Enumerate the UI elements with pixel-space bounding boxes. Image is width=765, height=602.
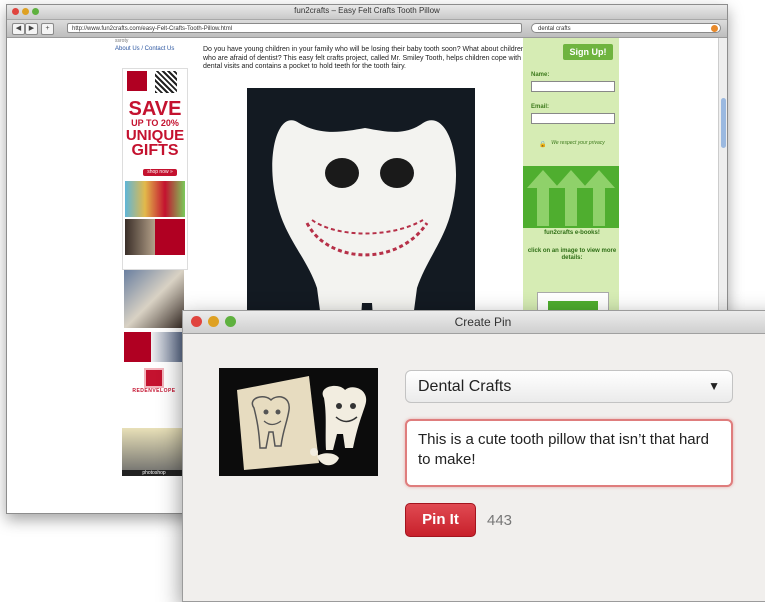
search-field-value: dental crafts [538,26,571,32]
ad-product-image [124,332,184,362]
ad-red-square [127,71,147,91]
article-intro: Do you have young children in your famil… [203,46,525,70]
gift-ad[interactable]: SAVE UP TO 20% UNIQUE GIFTS shop now » [122,68,188,270]
email-label: Email: [531,104,550,110]
scrollbar-thumb[interactable] [721,98,726,148]
side-banner[interactable]: photoshop [122,428,186,476]
gift-box-icon [144,368,164,388]
pin-it-button[interactable]: Pin It [405,503,476,537]
browser-toolbar: ◀ ▶ + http://www.fun2crafts.com/easy-Fel… [7,20,727,38]
search-field[interactable]: dental crafts [531,23,721,33]
redenvelope-logo[interactable]: REDENVELOPE [122,368,186,410]
pin-description-field[interactable]: This is a cute tooth pillow that isn’t t… [405,419,733,487]
gift-ad-more[interactable] [122,270,186,365]
ad-product-image [125,181,185,217]
tooth-pillow-illustration [272,120,456,348]
ad-product-image [125,219,185,255]
felt-pattern-illustration [237,376,367,470]
cut-off-text: ssroty [115,38,129,44]
sign-up-button[interactable]: Sign Up! [563,44,613,60]
dropdown-arrow-icon: ▼ [708,379,720,393]
arrows-graphic [527,170,615,226]
forward-button[interactable]: ▶ [25,23,38,35]
character-count: 443 [487,512,513,529]
address-bar[interactable]: http://www.fun2crafts.com/easy-Felt-Craf… [67,23,522,33]
add-bookmark-button[interactable]: + [41,23,54,35]
shop-now-button[interactable]: shop now » [143,169,177,176]
browser-titlebar: fun2crafts – Easy Felt Crafts Tooth Pill… [7,5,727,20]
ebooks-heading: fun2crafts e-books! [544,230,600,236]
about-contact-link[interactable]: About Us / Contact Us [115,46,195,52]
clear-search-icon[interactable] [711,25,718,32]
name-input[interactable] [531,81,615,92]
email-input[interactable] [531,113,615,124]
pin-image-preview [219,368,378,476]
ad-headline: SAVE UP TO 20% UNIQUE GIFTS [125,98,185,159]
browser-title: fun2crafts – Easy Felt Crafts Tooth Pill… [294,6,440,15]
create-pin-dialog: Create Pin Dental Crafts ▼ This is a cut… [182,310,765,602]
dialog-titlebar: Create Pin [183,311,765,334]
ebook-banner[interactable] [523,166,619,228]
tooth-pillow-photo [247,88,475,348]
back-button[interactable]: ◀ [12,23,25,35]
left-column: ssroty About Us / Contact Us [115,38,195,52]
board-select[interactable]: Dental Crafts ▼ [405,370,733,403]
ad-product-image [124,270,184,328]
dialog-title: Create Pin [454,315,512,329]
privacy-note: We respect your privacy [551,140,605,146]
name-label: Name: [531,72,550,78]
qr-code-icon [155,71,177,93]
board-select-value: Dental Crafts [418,378,512,395]
ebooks-instruction: click on an image to view more details: [527,248,617,261]
